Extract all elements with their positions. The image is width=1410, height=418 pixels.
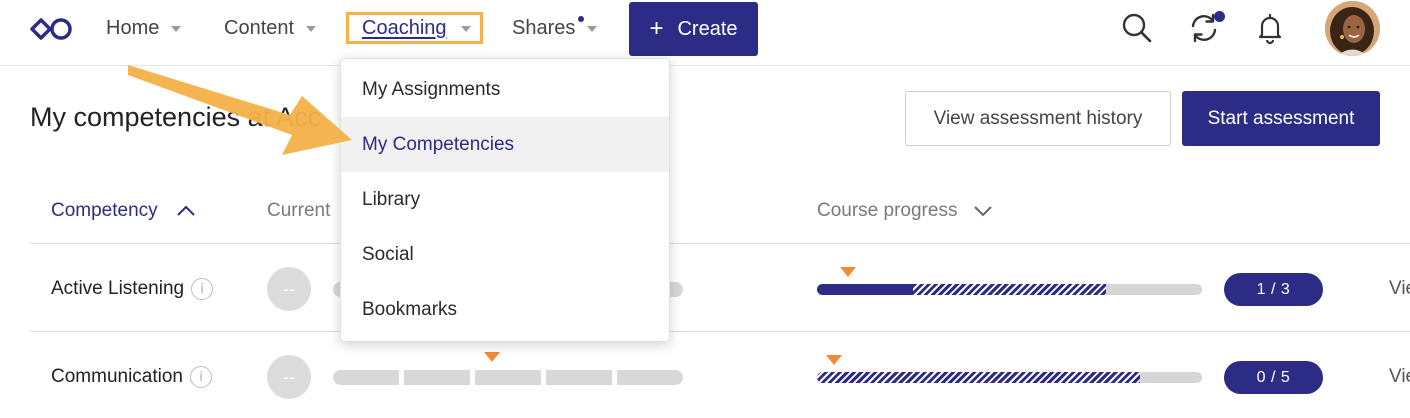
current-level-badge: -- [267,267,311,311]
view-assessment-history-button[interactable]: View assessment history [905,91,1171,146]
level-segment [404,370,470,385]
nav-coaching[interactable]: Coaching [346,12,483,44]
caret-down-icon [460,26,471,32]
menu-item-library[interactable]: Library [341,172,669,227]
course-progress-in-progress [817,372,1141,383]
create-button-label: Create [677,17,738,40]
avatar[interactable] [1325,1,1380,56]
logo-icon[interactable] [28,14,74,44]
column-header-course-progress[interactable]: Course progress [817,200,993,222]
nav-coaching-label: Coaching [362,16,447,39]
column-header-competency[interactable]: Competency [51,200,196,222]
progress-target-marker [826,355,842,365]
nav-home-label: Home [106,16,160,39]
nav-shares-label: Shares [512,16,576,39]
menu-item-social[interactable]: Social [341,227,669,282]
table-row-name: Active Listening i [51,278,214,300]
nav-content-label: Content [224,16,295,39]
competency-name: Active Listening [51,278,185,299]
column-header-course-progress-label: Course progress [817,200,958,221]
level-segment [333,370,399,385]
level-target-marker [484,352,500,362]
view-details-link[interactable]: Vie [1389,278,1410,300]
current-level-badge: -- [267,355,311,399]
course-progress-completed [817,284,914,295]
menu-item-bookmarks[interactable]: Bookmarks [341,282,669,337]
sync-notification-dot [1214,11,1225,22]
table-row-name: Communication i [51,366,212,388]
table-divider [30,243,1410,244]
view-details-link[interactable]: Vie [1389,366,1410,388]
level-segment [617,370,683,385]
level-segment-bar [333,370,683,385]
start-assessment-button[interactable]: Start assessment [1182,91,1380,146]
search-icon[interactable] [1119,10,1155,46]
notification-dot [578,16,584,22]
page-title: My competencies at Acc [30,102,322,132]
course-progress-bar [817,284,1202,295]
coaching-dropdown-menu: My Assignments My Competencies Library S… [340,58,670,342]
competency-name: Communication [51,366,183,387]
column-header-current[interactable]: Current [267,200,330,222]
level-segment [475,370,541,385]
nav-home[interactable]: Home [106,0,182,56]
top-navigation: Home Content Coaching Shares + Create [0,0,1410,66]
nav-shares[interactable]: Shares [512,0,598,56]
caret-down-icon [171,26,182,32]
chevron-up-icon [176,205,195,216]
column-header-current-label: Current [267,200,331,221]
chevron-down-icon [974,206,993,217]
table-divider [30,331,1410,332]
menu-item-my-assignments[interactable]: My Assignments [341,62,669,117]
level-segment [546,370,612,385]
column-header-competency-label: Competency [51,200,158,221]
course-progress-count[interactable]: 0 / 5 [1224,361,1323,394]
menu-item-my-competencies[interactable]: My Competencies [341,117,669,172]
course-progress-count[interactable]: 1 / 3 [1224,273,1323,306]
info-icon[interactable]: i [190,366,212,388]
progress-target-marker [840,267,856,277]
bell-icon[interactable] [1252,10,1288,46]
nav-content[interactable]: Content [224,0,317,56]
plus-icon: + [649,15,664,42]
create-button[interactable]: + Create [629,2,758,56]
caret-down-icon [587,26,598,32]
caret-down-icon [306,26,317,32]
info-icon[interactable]: i [191,278,214,300]
course-progress-bar [817,372,1202,383]
course-progress-in-progress [913,284,1106,295]
